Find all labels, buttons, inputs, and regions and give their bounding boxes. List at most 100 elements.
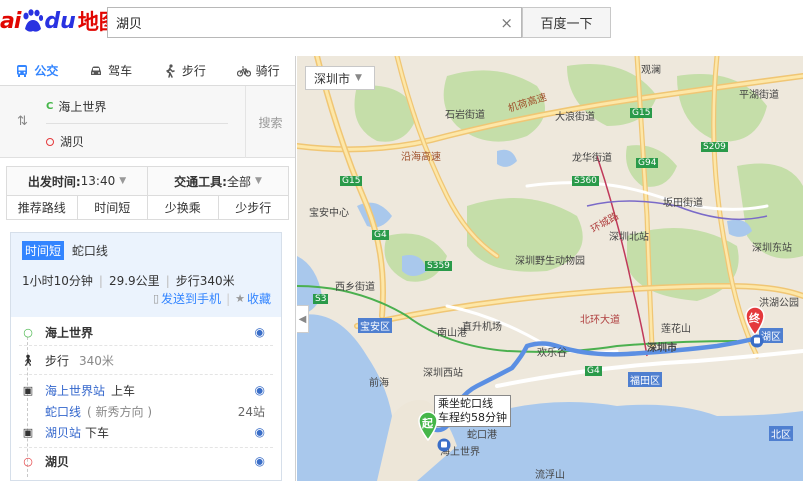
step-origin[interactable]: ○ 海上世界 ◉ (19, 319, 273, 345)
search-input[interactable] (108, 8, 488, 37)
label: 莲花山 (661, 324, 691, 335)
label: 观澜 (641, 65, 661, 76)
step-alight-station[interactable]: 湖贝站 (45, 424, 81, 441)
tooltip-line-1: 乘坐蛇口线 (438, 397, 493, 410)
step-ride[interactable]: 蛇口线 ( 新秀方向 ) 24站 (19, 401, 273, 421)
tab-walk[interactable]: 步行 (148, 56, 222, 85)
route-plan-card: 时间短 蛇口线 1小时10分钟 | 29.9公里 | 步行340米 ▯ 发送到手… (10, 232, 282, 481)
label: 流浮山 (535, 470, 565, 481)
bus-station-icon[interactable] (437, 438, 451, 452)
map-canvas[interactable]: 观澜 平湖街道 石岩街道 机荷高速 大浪街道 G15 G15 G94 S209 … (297, 56, 803, 481)
chevron-down-icon: ▼ (355, 73, 362, 83)
end-value: 湖贝 (60, 135, 85, 149)
start-badge: 起 (422, 417, 433, 430)
tab-walk-label: 步行 (181, 64, 206, 78)
label: 平湖街道 (739, 90, 779, 101)
plan-summary[interactable]: 时间短 蛇口线 1小时10分钟 | 29.9公里 | 步行340米 ▯ 发送到手… (11, 233, 281, 317)
label: G4 (372, 230, 389, 240)
end-marker-icon (46, 137, 54, 146)
logo-text-ai: ai (0, 8, 21, 34)
bus-station-icon[interactable] (750, 334, 764, 348)
start-marker-icon: C (46, 101, 54, 112)
walk-icon (166, 63, 175, 78)
label: 北环大道 (580, 315, 620, 326)
depart-time-label: 出发时间: (27, 174, 81, 189)
tab-bike-label: 骑行 (255, 64, 280, 78)
step-walk[interactable]: 🚶︎ 步行 340米 (19, 346, 273, 374)
route-search-button[interactable]: 搜索 (245, 86, 295, 158)
plan-duration: 1小时10分钟 (22, 274, 93, 288)
sort-tab-fewer-transfers[interactable]: 少换乘 (147, 196, 218, 219)
label: 石岩街道 (445, 110, 485, 121)
step-destination[interactable]: ○ 湖贝 ◉ (19, 448, 273, 474)
sort-tabs: 推荐路线 时间短 少换乘 少步行 (6, 196, 289, 220)
route-options: 出发时间: 13:40 ▼ 交通工具: 全部 ▼ (6, 166, 289, 196)
label: 深圳西站 (423, 368, 463, 379)
label: 宝安区 (358, 318, 392, 333)
transport-tool-select[interactable]: 交通工具: 全部 ▼ (147, 167, 288, 195)
transport-tool-value: 全部 (226, 174, 251, 189)
label: 宝安中心 (309, 208, 349, 219)
step-board-station[interactable]: 海上世界站 (45, 382, 105, 399)
route-tooltip: 乘坐蛇口线 车程约58分钟 (434, 395, 511, 427)
search-button[interactable]: 百度一下 (522, 7, 611, 38)
tab-car[interactable]: 驾车 (74, 56, 148, 85)
start-field[interactable]: C 海上世界 (46, 98, 106, 115)
sort-tab-shortest-time[interactable]: 时间短 (76, 196, 148, 219)
transport-mode-tabs: 公交 驾车 步行 骑行 (0, 56, 295, 86)
depart-time-select[interactable]: 出发时间: 13:40 ▼ (7, 167, 147, 195)
sort-tab-less-walking[interactable]: 少步行 (217, 196, 289, 219)
label: 前海 (369, 378, 389, 389)
label: S360 (572, 176, 599, 186)
sort-tab-recommended[interactable]: 推荐路线 (7, 196, 77, 219)
city-value: 深圳市 (314, 71, 351, 86)
collapse-panel-button[interactable]: ◀ (297, 305, 309, 333)
location-pin-icon[interactable]: ◉ (255, 325, 265, 339)
favorite-link[interactable]: 收藏 (247, 290, 271, 307)
chevron-down-icon: ▼ (119, 176, 127, 186)
car-icon (91, 66, 102, 75)
clear-icon[interactable]: × (500, 14, 513, 32)
step-destination-name: 湖贝 (45, 454, 70, 469)
label: S209 (701, 142, 728, 152)
label: S359 (425, 261, 452, 271)
route-panel: 公交 驾车 步行 骑行 ⇅ C 海上世界 湖贝 搜索 出发时间: 13:40 ▼… (0, 56, 296, 481)
route-steps: ○ 海上世界 ◉ 🚶︎ 步行 340米 ▣ 海上世界站 上车 ◉ 蛇口线 ( 新… (11, 319, 281, 477)
tab-bike[interactable]: 骑行 (221, 56, 295, 85)
origin-dot-icon: ○ (23, 325, 33, 339)
location-pin-icon[interactable]: ◉ (255, 454, 265, 468)
bus-icon (17, 64, 28, 77)
bus-icon: ▣ (22, 425, 34, 439)
depart-time-value: 13:40 (80, 174, 116, 188)
location-pin-icon[interactable]: ◉ (255, 425, 265, 439)
tab-car-label: 驾车 (108, 64, 133, 78)
start-value: 海上世界 (58, 100, 107, 114)
city-select[interactable]: 深圳市 ▼ (305, 66, 375, 90)
plan-line-name: 蛇口线 (71, 244, 108, 258)
label: 西乡街道 (335, 282, 375, 293)
step-ride-direction: ( 新秀方向 ) (87, 404, 153, 419)
step-origin-name: 海上世界 (45, 325, 94, 340)
step-board[interactable]: ▣ 海上世界站 上车 ◉ (19, 379, 273, 401)
walk-icon: 🚶︎ (21, 353, 35, 367)
location-pin-icon[interactable]: ◉ (255, 383, 265, 397)
label: 深圳野生动物园 (515, 256, 585, 267)
step-alight[interactable]: ▣ 湖贝站 下车 ◉ (19, 421, 273, 443)
bike-icon (236, 65, 251, 77)
plan-distance: 29.9公里 (108, 274, 160, 288)
label: 沿海高速 (401, 152, 441, 163)
input-divider (46, 123, 228, 124)
label: S3 (313, 294, 329, 304)
label: 大浪街道 (555, 112, 595, 123)
send-to-phone-link[interactable]: 发送到手机 (161, 290, 221, 307)
step-ride-stop-count: 24站 (237, 404, 265, 419)
end-field[interactable]: 湖贝 (46, 133, 84, 150)
baidu-map-logo[interactable]: ai du 地图 (0, 6, 120, 36)
label: 直升机场 (462, 322, 502, 333)
tab-bus[interactable]: 公交 (0, 56, 74, 85)
swap-icon[interactable]: ⇅ (17, 114, 28, 129)
tab-bus-label: 公交 (34, 64, 59, 78)
baidu-paw-icon (23, 9, 44, 32)
label: 机荷高速 (506, 91, 549, 115)
step-ride-line[interactable]: 蛇口线 (45, 403, 81, 420)
